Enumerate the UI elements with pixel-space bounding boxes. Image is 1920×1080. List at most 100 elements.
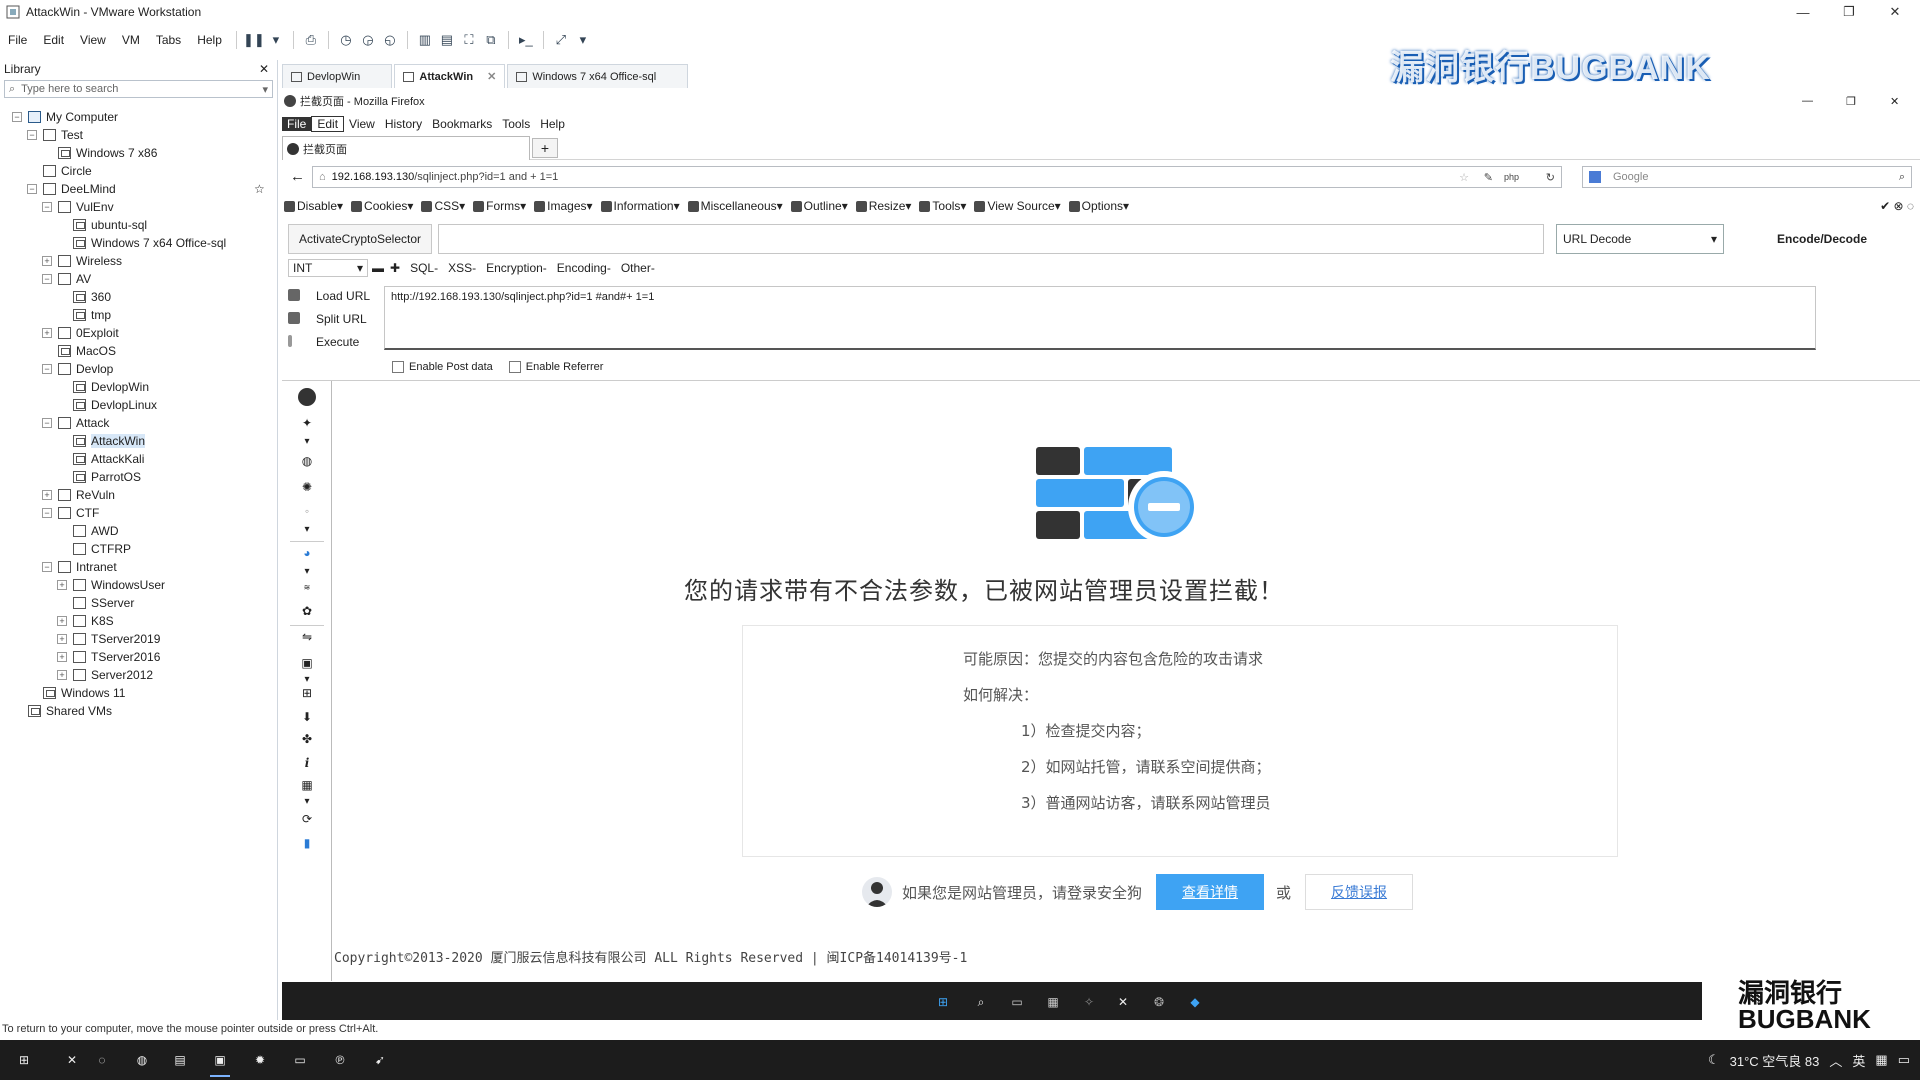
ff-menu-history[interactable]: History — [380, 117, 427, 131]
vm-tab-win7-office-sql[interactable]: Windows 7 x64 Office-sql✕ — [507, 64, 689, 88]
tree-item[interactable]: ubuntu-sql — [0, 216, 277, 234]
keyboard-icon[interactable]: ▦ — [1875, 1052, 1887, 1068]
hb-menu-xss[interactable]: XSS- — [448, 261, 476, 275]
collapse-icon[interactable]: − — [42, 274, 52, 284]
expand-icon[interactable]: + — [57, 670, 67, 680]
collapse-icon[interactable]: − — [42, 562, 52, 572]
devtool-images-menu[interactable]: Images▾ — [534, 199, 593, 213]
window-icon[interactable]: ▭ — [288, 1049, 312, 1071]
tree-item[interactable]: AWD — [0, 522, 277, 540]
devtool-status-icons[interactable]: ✔ ⊗ ◌ — [1880, 199, 1914, 213]
console-icon[interactable]: ▸_ — [515, 29, 537, 51]
tree-item[interactable]: Shared VMs — [0, 702, 277, 720]
tree-item[interactable]: − Intranet — [0, 558, 277, 576]
book-icon[interactable]: ▮ — [297, 833, 317, 853]
library-search-input[interactable]: ⌕ Type here to search ▾ — [4, 80, 273, 98]
php-icon[interactable]: php — [1504, 172, 1519, 182]
decode-select[interactable]: URL Decode ▾ — [1556, 224, 1724, 254]
crosshair-icon[interactable]: ✕ — [60, 1049, 84, 1071]
send-ctrl-alt-del-icon[interactable]: ⎙ — [300, 29, 322, 51]
menu-vm[interactable]: VM — [114, 33, 148, 47]
chevron-down-icon[interactable]: ▾ — [572, 29, 594, 51]
search-bar[interactable]: Google ⌕ — [1582, 166, 1912, 188]
devtool-tools-menu[interactable]: Tools▾ — [919, 199, 966, 213]
tree-item[interactable]: − DeeLMind ☆ — [0, 180, 277, 198]
gear-icon[interactable]: ✹ — [248, 1049, 272, 1071]
load-url-button[interactable]: Load URL — [282, 284, 382, 307]
ff-menu-bookmarks[interactable]: Bookmarks — [427, 117, 497, 131]
new-tab-button[interactable]: + — [532, 138, 558, 158]
rss-icon[interactable]: ≋ — [297, 577, 317, 597]
stretch-icon[interactable]: ⤢ — [550, 29, 572, 51]
close-icon[interactable]: ✕ — [259, 62, 269, 76]
tree-item[interactable]: + WindowsUser — [0, 576, 277, 594]
plus-icon[interactable]: ✚ — [390, 261, 400, 275]
tree-item[interactable]: DevlopLinux — [0, 396, 277, 414]
collapse-icon[interactable]: − — [42, 364, 52, 374]
maximize-button[interactable]: ❐ — [1846, 95, 1856, 108]
app-icon[interactable]: ◆ — [1184, 991, 1206, 1013]
devtool-outline-menu[interactable]: Outline▾ — [790, 199, 848, 213]
settings-icon[interactable]: ❂ — [1148, 991, 1170, 1013]
url-bar[interactable]: ⌂ 192.168.193.130 /sqlinject.php?id=1 an… — [312, 166, 1562, 188]
network-icon[interactable]: ◕ — [297, 543, 317, 563]
chevron-down-icon[interactable]: ▾ — [265, 29, 287, 51]
tree-item[interactable]: − Attack — [0, 414, 277, 432]
download-icon[interactable]: ⬇ — [297, 707, 317, 727]
browser-icon[interactable]: ◍ — [130, 1049, 154, 1071]
app-p-icon[interactable]: ℗ — [328, 1049, 352, 1071]
expand-icon[interactable]: + — [57, 580, 67, 590]
search-icon[interactable]: ⌕ — [970, 991, 992, 1013]
sync-icon[interactable]: ⇋ — [297, 627, 317, 647]
explorer-icon[interactable]: ▦ — [1042, 991, 1064, 1013]
devtool-miscellaneous-menu[interactable]: Miscellaneous▾ — [687, 199, 783, 213]
menu-file[interactable]: File — [0, 33, 35, 47]
tree-item[interactable]: Circle — [0, 162, 277, 180]
weather-text[interactable]: 31°C 空气良 83 — [1730, 1051, 1820, 1070]
close-button[interactable]: ✕ — [1872, 0, 1918, 24]
menu-help[interactable]: Help — [189, 33, 230, 47]
devtool-cookies-menu[interactable]: Cookies▾ — [351, 199, 413, 213]
tree-item[interactable]: + TServer2019 — [0, 630, 277, 648]
expand-icon[interactable]: + — [57, 616, 67, 626]
windows-start-icon[interactable]: ⊞ — [12, 1049, 36, 1071]
devtool-resize-menu[interactable]: Resize▾ — [855, 199, 911, 213]
encode-decode-button[interactable]: Encode/Decode — [1734, 224, 1910, 254]
split-url-button[interactable]: Split URL — [282, 307, 382, 330]
search-icon[interactable]: ⌕ — [1899, 171, 1905, 184]
tree-item[interactable]: + Wireless — [0, 252, 277, 270]
tree-item[interactable]: − Devlop — [0, 360, 277, 378]
tree-item[interactable]: AttackWin — [0, 432, 277, 450]
chevron-down-icon[interactable]: ▾ — [297, 519, 317, 539]
devtool-view-source-menu[interactable]: View Source▾ — [974, 199, 1061, 213]
bird-icon[interactable]: ➹ — [368, 1049, 392, 1071]
menu-tabs[interactable]: Tabs — [148, 33, 189, 47]
tree-item[interactable]: AttackKali — [0, 450, 277, 468]
ff-menu-view[interactable]: View — [344, 117, 380, 131]
record-icon[interactable] — [297, 387, 317, 407]
hb-menu-other[interactable]: Other- — [621, 261, 655, 275]
devtool-css-menu[interactable]: CSS▾ — [421, 199, 465, 213]
back-icon[interactable]: ← — [290, 168, 305, 185]
tree-item[interactable]: − AV — [0, 270, 277, 288]
tool-icon[interactable]: ✦ — [297, 413, 317, 433]
ff-menu-file[interactable]: File — [282, 117, 312, 131]
bookmark-star-icon[interactable]: ☆ — [1459, 171, 1469, 184]
menu-edit[interactable]: Edit — [35, 33, 72, 47]
tree-item[interactable]: + TServer2016 — [0, 648, 277, 666]
int-select[interactable]: INT ▾ — [288, 259, 368, 277]
chevron-down-icon[interactable]: ▾ — [262, 83, 268, 96]
tree-item[interactable]: + ReVuln — [0, 486, 277, 504]
devtool-information-menu[interactable]: Information▾ — [600, 199, 680, 213]
tree-item[interactable]: +0Exploit — [0, 324, 277, 342]
devtool-forms-menu[interactable]: Forms▾ — [473, 199, 526, 213]
expand-icon[interactable]: + — [42, 256, 52, 266]
addon-icon[interactable]: ✤ — [297, 729, 317, 749]
reload-icon[interactable]: ↻ — [1546, 171, 1555, 184]
view-details-button[interactable]: 查看详情 — [1156, 874, 1265, 910]
pause-icon[interactable]: ❚❚ — [243, 29, 265, 51]
browser-tab[interactable]: 拦截页面 — [282, 136, 530, 160]
snapshot-revert-icon[interactable]: ◶ — [357, 29, 379, 51]
grid-icon[interactable]: ⊞ — [297, 683, 317, 703]
search-engine-icon[interactable] — [1589, 171, 1601, 183]
